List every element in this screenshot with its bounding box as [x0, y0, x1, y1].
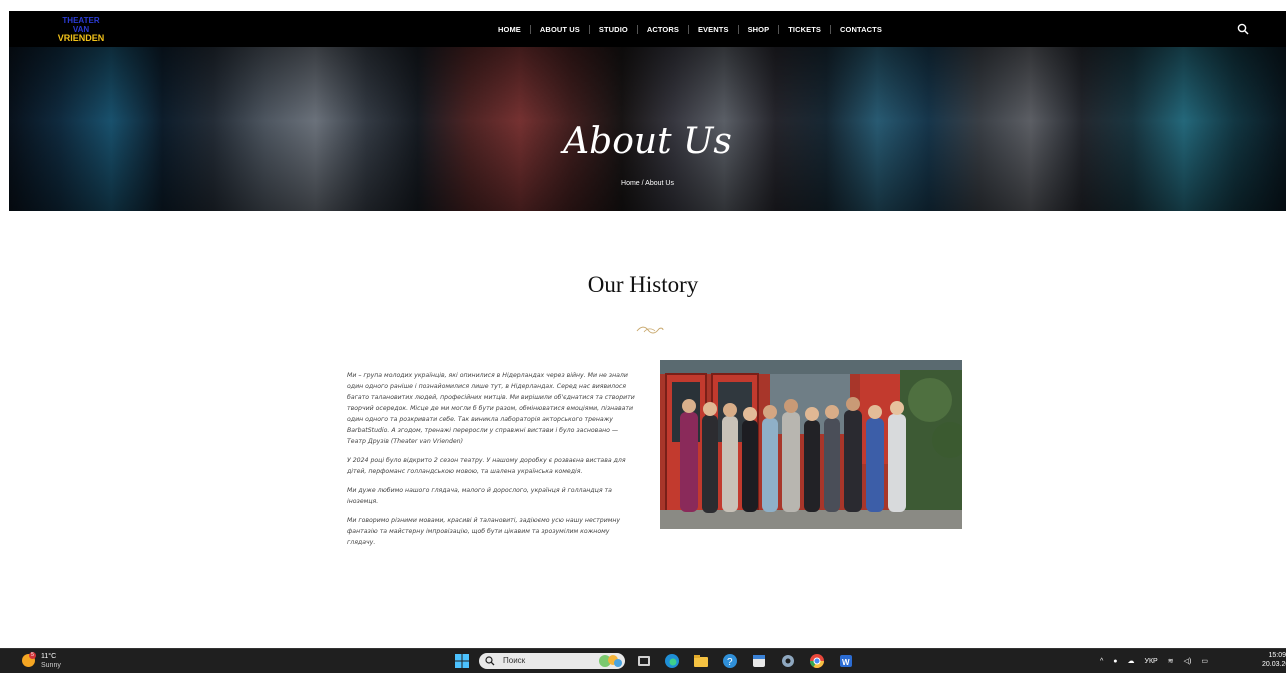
page-title: About Us	[563, 121, 732, 162]
windows-start-icon[interactable]	[455, 654, 469, 668]
site-logo[interactable]: THEATER VAN VRIENDEN	[51, 16, 111, 43]
history-paragraph: Ми дуже любимо нашого глядача, малого й …	[347, 487, 612, 505]
notification-badge: 5	[29, 652, 36, 659]
nav-events[interactable]: EVENTS	[689, 25, 738, 34]
site-header: THEATER VAN VRIENDEN HOME ABOUT US STUDI…	[9, 11, 1286, 47]
nav-about-us[interactable]: ABOUT US	[531, 25, 589, 34]
chevron-up-icon[interactable]: ^	[1100, 658, 1103, 665]
team-photo	[660, 360, 962, 529]
taskbar-search-input[interactable]: Поиск	[479, 653, 625, 669]
system-clock[interactable]: 15:09 20.03.2024	[1262, 651, 1286, 669]
wifi-icon[interactable]: ≋	[1168, 657, 1174, 665]
language-indicator[interactable]: УКР	[1145, 658, 1158, 665]
weather-temperature: 11°C	[41, 653, 57, 660]
history-paragraph: У 2024 році було відкрито 2 сезон театру…	[347, 457, 626, 475]
copilot-icon[interactable]: ●	[1113, 658, 1117, 665]
search-highlight-icon	[599, 655, 622, 667]
edge-browser-icon[interactable]	[664, 653, 680, 669]
nav-home[interactable]: HOME	[489, 25, 530, 34]
history-paragraph: Ми говоримо різними мовами, красиві й та…	[347, 517, 621, 546]
search-icon	[485, 656, 495, 666]
section-title: Our History	[587, 272, 699, 297]
svg-text:W: W	[842, 658, 850, 667]
search-icon[interactable]	[1237, 22, 1251, 36]
clock-time: 15:09	[1268, 652, 1286, 659]
calendar-app-icon[interactable]	[751, 653, 767, 669]
clock-date: 20.03.2024	[1262, 661, 1286, 668]
weather-widget[interactable]: 5 11°C Sunny	[22, 652, 82, 670]
nav-tickets[interactable]: TICKETS	[779, 25, 830, 34]
nav-shop[interactable]: SHOP	[739, 25, 779, 34]
battery-icon[interactable]: ▭	[1201, 657, 1208, 665]
word-app-icon[interactable]: W	[838, 653, 854, 669]
settings-gear-icon[interactable]	[780, 653, 796, 669]
chrome-browser-icon[interactable]	[809, 653, 825, 669]
hero-banner: About Us Home / About Us	[9, 47, 1286, 211]
windows-taskbar: 5 11°C Sunny Поиск ? W ^ ● ☁ УКР ≋ ◁) ▭ …	[0, 648, 1286, 673]
svg-text:?: ?	[727, 657, 733, 668]
nav-actors[interactable]: ACTORS	[638, 25, 688, 34]
nav-studio[interactable]: STUDIO	[590, 25, 637, 34]
volume-icon[interactable]: ◁)	[1184, 657, 1192, 665]
system-tray: ^ ● ☁ УКР ≋ ◁) ▭	[1100, 655, 1218, 667]
logo-line-1: THEATER	[62, 16, 100, 25]
flourish-ornament-icon	[636, 322, 664, 334]
weather-condition: Sunny	[41, 662, 61, 669]
logo-line-3: VRIENDEN	[57, 33, 105, 43]
history-paragraph: Ми – група молодих українців, які опинил…	[347, 372, 635, 445]
file-explorer-icon[interactable]	[693, 653, 709, 669]
breadcrumb-home-link[interactable]: Home	[621, 180, 640, 187]
history-text: Ми – група молодих українців, які опинил…	[347, 370, 635, 556]
search-placeholder: Поиск	[503, 656, 526, 665]
breadcrumb: Home / About Us	[9, 180, 1286, 187]
task-view-icon[interactable]	[636, 653, 652, 669]
breadcrumb-current: About Us	[645, 180, 674, 187]
top-strip	[0, 0, 1286, 11]
help-icon[interactable]: ?	[722, 653, 738, 669]
nav-contacts[interactable]: CONTACTS	[831, 25, 891, 34]
main-menu: HOME ABOUT US STUDIO ACTORS EVENTS SHOP …	[489, 11, 891, 47]
onedrive-icon[interactable]: ☁	[1128, 657, 1135, 665]
